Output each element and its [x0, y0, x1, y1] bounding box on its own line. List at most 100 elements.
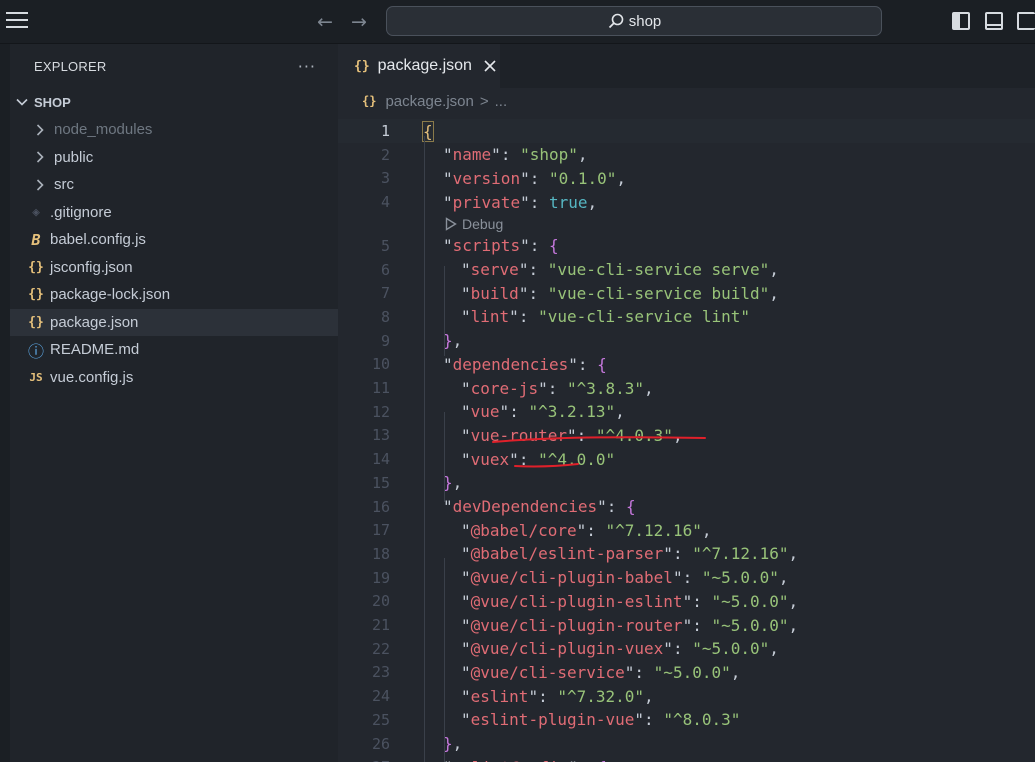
- play-icon: [445, 217, 457, 231]
- code-token: ": [509, 307, 519, 327]
- code-token: "^3.8.3": [566, 378, 645, 398]
- chevron-right-icon: [31, 178, 49, 191]
- breadcrumb: {} package.json > ...: [338, 88, 1035, 114]
- code-token: {: [597, 354, 607, 374]
- code-token: ,: [644, 686, 654, 706]
- code-token: :: [518, 449, 539, 469]
- code-text: " devDependencies ": {: [443, 495, 636, 519]
- code-token: vue-router: [470, 425, 567, 445]
- code-token: ": [634, 710, 645, 730]
- code-token: ": [461, 591, 471, 611]
- more-actions-icon[interactable]: ···: [298, 57, 316, 76]
- code-token: ": [568, 354, 578, 374]
- line-number: 21: [371, 616, 390, 634]
- breadcrumb-more[interactable]: ...: [495, 93, 508, 110]
- line-number: 24: [371, 687, 390, 706]
- close-icon[interactable]: [483, 59, 497, 73]
- code-line: 11 " core-js ": "^3.8.3",: [338, 376, 1035, 400]
- json-icon: {}: [362, 94, 377, 108]
- line-number: 20: [371, 592, 390, 611]
- code-token: scripts: [452, 236, 521, 256]
- code-text: },: [443, 732, 462, 756]
- code-token: @vue/cli-plugin-babel: [470, 568, 673, 588]
- code-token: ,: [452, 473, 463, 493]
- code-editor[interactable]: 1{2 " name ": "shop", 3 " version ": "0.1.0", 4 "…: [338, 116, 1035, 762]
- code-token: :: [547, 378, 567, 398]
- code-text: " scripts ": {: [443, 234, 559, 258]
- code-token: :: [682, 568, 702, 588]
- code-token: ": [443, 192, 453, 212]
- layout-icon[interactable]: [1017, 12, 1035, 30]
- indent-guide: [444, 266, 445, 356]
- code-token: "vue-cli-service serve": [547, 260, 770, 279]
- tree-item[interactable]: {} package.json: [10, 308, 338, 336]
- code-token: ,: [577, 145, 588, 165]
- code-token: ": [566, 425, 577, 445]
- code-token: ": [461, 402, 471, 422]
- tree-item[interactable]: node_modules: [10, 116, 338, 143]
- tree-item[interactable]: ⓘ README.md: [10, 336, 338, 363]
- code-token: ,: [672, 425, 683, 445]
- code-line: 20 " @vue/cli-plugin-eslint ": "~5.0.0",: [338, 589, 1035, 613]
- code-token: :: [518, 307, 539, 327]
- line-number: 2: [380, 145, 390, 164]
- code-line: 6 " serve ": "vue-cli-service serve",: [338, 258, 1035, 282]
- code-line: 3 " version ": "0.1.0",: [338, 166, 1035, 190]
- code-text: " serve ": "vue-cli-service serve",: [461, 258, 779, 282]
- code-token: ,: [788, 615, 799, 635]
- code-token: ": [461, 615, 471, 635]
- code-token: eslint: [470, 686, 529, 706]
- tree-item-label: package.json: [50, 313, 139, 331]
- code-token: lint: [470, 307, 510, 327]
- tree-item-label: src: [54, 176, 74, 193]
- tab-package-json[interactable]: {} package.json: [338, 44, 500, 88]
- code-token: ,: [701, 520, 712, 540]
- code-token: ": [518, 283, 529, 303]
- code-token: {: [626, 497, 636, 516]
- code-text: " vue ": "^3.2.13",: [461, 400, 625, 424]
- toggle-panel-icon[interactable]: [985, 12, 1003, 30]
- tree-item-label: babel.config.js: [50, 231, 146, 248]
- babel-icon: B: [31, 230, 41, 249]
- arrow-left-icon[interactable]: ←: [317, 11, 333, 33]
- code-line: 10 " dependencies ": {: [338, 352, 1035, 376]
- code-token: ,: [788, 591, 799, 611]
- arrow-right-icon[interactable]: →: [351, 11, 367, 33]
- code-token: "~5.0.0": [711, 591, 789, 611]
- command-center-search[interactable]: shop: [386, 6, 882, 36]
- toggle-sidebar-icon[interactable]: [952, 12, 970, 30]
- code-token: ": [461, 639, 471, 659]
- tree-item[interactable]: {} package-lock.json: [10, 281, 338, 308]
- code-token: ": [576, 520, 587, 540]
- code-token: :: [529, 168, 549, 188]
- line-number: 25: [371, 710, 390, 729]
- folder-header-shop[interactable]: SHOP: [10, 90, 338, 114]
- code-token: ": [443, 354, 453, 374]
- code-token: ": [520, 236, 530, 256]
- code-token: "^4.0.3": [595, 425, 673, 445]
- code-token: @vue/cli-service: [470, 662, 625, 682]
- tree-item[interactable]: {} jsconfig.json: [10, 254, 338, 281]
- tree-item[interactable]: JS vue.config.js: [10, 364, 338, 391]
- code-token: ": [520, 168, 530, 188]
- tree-item-label: node_modules: [54, 121, 153, 138]
- code-token: ": [528, 686, 539, 706]
- search-icon: [608, 13, 624, 29]
- line-number: 14: [371, 450, 390, 469]
- code-token: ": [461, 544, 471, 564]
- code-token: ": [461, 449, 471, 469]
- code-line: 12 " vue ": "^3.2.13",: [338, 400, 1035, 424]
- tree-item[interactable]: Bbabel.config.js: [10, 226, 338, 253]
- json-icon: {}: [354, 58, 370, 74]
- code-line: 23 " @vue/cli-service ": "~5.0.0",: [338, 660, 1035, 684]
- tree-item[interactable]: public: [10, 144, 338, 171]
- breadcrumb-file[interactable]: package.json: [385, 93, 473, 110]
- code-token: :: [586, 520, 606, 540]
- code-token: ": [443, 236, 453, 256]
- code-token: ,: [769, 639, 779, 659]
- tree-item[interactable]: ◈ .gitignore: [10, 199, 338, 226]
- tree-item[interactable]: src: [10, 171, 338, 198]
- debug-codelens[interactable]: Debug: [445, 214, 503, 234]
- menu-icon[interactable]: [6, 12, 28, 30]
- code-line: 27 "eslintConfig": {: [338, 755, 1035, 762]
